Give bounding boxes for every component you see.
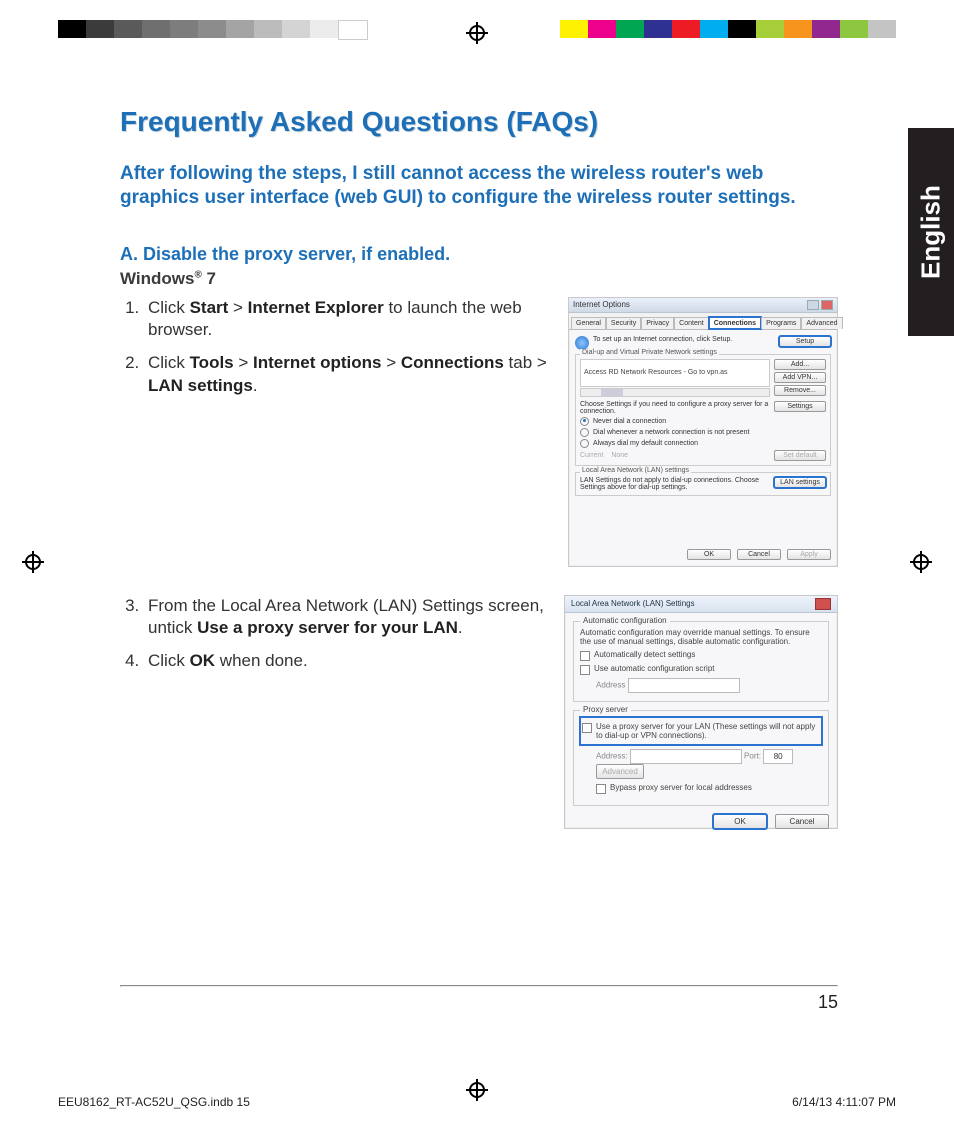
group-auto-label: Automatic configuration [580, 616, 670, 625]
proxy-port-input[interactable]: 80 [763, 749, 793, 764]
radio-dial-when[interactable] [580, 428, 589, 437]
language-tab: English [908, 128, 954, 336]
checkbox-bypass-proxy[interactable] [596, 784, 606, 794]
scrollbar[interactable] [580, 388, 770, 397]
connection-list[interactable]: Access RD Network Resources - Go to vpn.… [580, 359, 770, 387]
imprint-timestamp: 6/14/13 4:11:07 PM [792, 1095, 896, 1109]
os-label: Windows® 7 [120, 269, 838, 289]
lan-settings-button[interactable]: LAN settings [774, 477, 826, 488]
registration-mark-icon [910, 551, 932, 573]
step-2: Click Tools > Internet options > Connect… [144, 352, 550, 398]
close-icon[interactable] [821, 300, 833, 310]
internet-options-dialog: Internet Options General Security Privac… [568, 297, 838, 567]
advanced-button[interactable]: Advanced [596, 764, 644, 779]
radio-always-dial[interactable] [580, 439, 589, 448]
current-value: None [611, 452, 628, 459]
tab-general[interactable]: General [571, 317, 606, 329]
group-lan-label: Local Area Network (LAN) settings [580, 467, 691, 474]
add-vpn-button[interactable]: Add VPN... [774, 372, 826, 383]
page-title: Frequently Asked Questions (FAQs) [120, 106, 838, 138]
dialog-tabs: General Security Privacy Content Connect… [569, 313, 837, 330]
auto-config-text: Automatic configuration may override man… [580, 628, 822, 646]
tab-content[interactable]: Content [674, 317, 709, 329]
imprint-filename: EEU8162_RT-AC52U_QSG.indb 15 [58, 1095, 250, 1109]
section-a-heading: A. Disable the proxy server, if enabled. [120, 244, 838, 265]
dialog-title: Internet Options [573, 300, 630, 309]
add-button[interactable]: Add... [774, 359, 826, 370]
cancel-button[interactable]: Cancel [737, 549, 781, 560]
dialog-title: Local Area Network (LAN) Settings [571, 599, 695, 608]
ok-button[interactable]: OK [687, 549, 731, 560]
address-label: Address [596, 680, 625, 689]
registration-mark-icon [466, 22, 488, 44]
help-icon[interactable] [807, 300, 819, 310]
footer-rule [120, 985, 838, 987]
apply-button[interactable]: Apply [787, 549, 831, 560]
globe-icon [575, 336, 589, 350]
setup-button[interactable]: Setup [779, 336, 831, 347]
tab-privacy[interactable]: Privacy [641, 317, 674, 329]
current-label: Current [580, 452, 603, 459]
script-address-input[interactable] [628, 678, 740, 693]
checkbox-auto-detect[interactable] [580, 651, 590, 661]
settings-button[interactable]: Settings [774, 401, 826, 412]
set-default-button[interactable]: Set default [774, 450, 826, 461]
checkbox-auto-script[interactable] [580, 665, 590, 675]
radio-never-dial[interactable] [580, 417, 589, 426]
imprint-footer: EEU8162_RT-AC52U_QSG.indb 15 6/14/13 4:1… [58, 1095, 896, 1109]
faq-question: After following the steps, I still canno… [120, 162, 838, 210]
group-proxy-label: Proxy server [580, 705, 631, 714]
tab-programs[interactable]: Programs [761, 317, 801, 329]
choose-settings-text: Choose Settings if you need to configure… [580, 401, 770, 415]
group-dialup-label: Dial-up and Virtual Private Network sett… [580, 349, 719, 356]
tab-advanced[interactable]: Advanced [801, 317, 842, 329]
step-4: Click OK when done. [144, 650, 546, 673]
checkbox-use-proxy[interactable] [582, 723, 592, 733]
close-icon[interactable] [815, 598, 831, 610]
step-1: Click Start > Internet Explorer to launc… [144, 297, 550, 343]
step-3: From the Local Area Network (LAN) Settin… [144, 595, 546, 641]
tab-connections[interactable]: Connections [709, 317, 761, 329]
address-label: Address: [596, 751, 628, 760]
grayscale-bars [58, 20, 368, 40]
remove-button[interactable]: Remove... [774, 385, 826, 396]
lan-settings-dialog: Local Area Network (LAN) Settings Automa… [564, 595, 838, 829]
cancel-button[interactable]: Cancel [775, 814, 829, 829]
port-label: Port: [744, 751, 761, 760]
color-swatch-bars [560, 20, 896, 40]
proxy-address-input[interactable] [630, 749, 742, 764]
lan-text: LAN Settings do not apply to dial-up con… [580, 477, 770, 491]
page-number: 15 [818, 992, 838, 1013]
registration-mark-icon [22, 551, 44, 573]
setup-text: To set up an Internet connection, click … [593, 336, 775, 343]
ok-button[interactable]: OK [713, 814, 767, 829]
tab-security[interactable]: Security [606, 317, 641, 329]
